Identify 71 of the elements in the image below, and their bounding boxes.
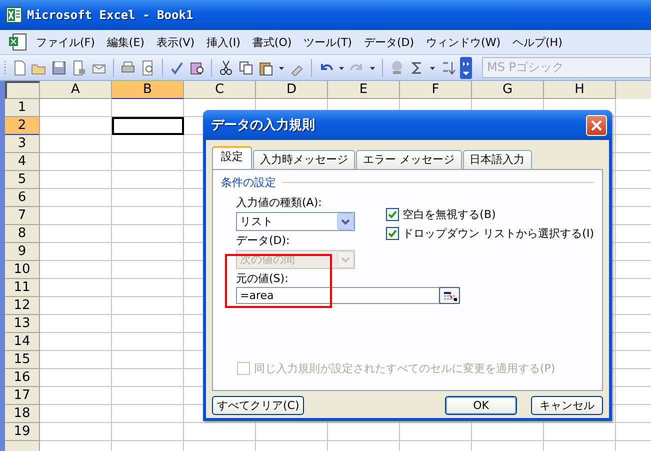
dropdown[interactable]: リスト — [236, 212, 355, 231]
range-select-button[interactable] — [439, 287, 460, 304]
column-header[interactable]: H — [544, 81, 616, 99]
field-label: 入力値の種類(A): — [236, 195, 323, 210]
row-header[interactable]: 18 — [5, 405, 39, 423]
menu-item[interactable]: ヘルプ(H) — [506, 32, 568, 52]
row-header[interactable]: 15 — [5, 351, 39, 369]
menu-item[interactable]: ツール(T) — [298, 32, 358, 52]
row-header[interactable]: 14 — [5, 333, 39, 351]
column-header[interactable]: C — [184, 81, 256, 99]
checkbox[interactable] — [386, 227, 399, 240]
menu-item[interactable]: 編集(E) — [100, 32, 150, 52]
collapse-dialog-icon — [442, 290, 456, 300]
menu-item[interactable]: データ(D) — [358, 32, 420, 52]
row-header[interactable]: 8 — [5, 225, 39, 243]
sort-icon[interactable] — [440, 60, 456, 76]
field-label: データ(D): — [236, 233, 291, 248]
column-header[interactable]: G — [472, 81, 544, 99]
row-header[interactable]: 9 — [5, 243, 39, 261]
grip-icon — [4, 60, 7, 76]
save-icon[interactable] — [51, 60, 67, 76]
excel-icon — [6, 7, 22, 23]
dialog-button[interactable]: OK — [445, 396, 517, 415]
row-header[interactable]: 11 — [5, 279, 39, 297]
dialog-button[interactable]: すべてクリア(C) — [212, 396, 304, 415]
cut-icon[interactable] — [218, 60, 234, 76]
menu-item[interactable]: 挿入(I) — [200, 32, 246, 52]
paste-icon[interactable] — [258, 60, 274, 76]
toolbar-options-icon[interactable] — [460, 56, 472, 78]
menu-item[interactable]: ファイル(F) — [30, 32, 101, 52]
tab[interactable]: 入力時メッセージ — [253, 150, 355, 169]
printer-icon[interactable] — [120, 60, 136, 76]
row-header[interactable]: 4 — [5, 153, 39, 171]
dialog-title: データの入力規則 — [211, 116, 315, 134]
row-header[interactable]: 17 — [5, 387, 39, 405]
group-title: 条件の設定 — [221, 175, 594, 190]
row-header[interactable]: 16 — [5, 369, 39, 387]
column-header[interactable]: D — [256, 81, 328, 99]
select-all-button[interactable] — [5, 81, 40, 99]
tab[interactable]: エラー メッセージ — [356, 150, 462, 169]
selected-cell[interactable] — [112, 117, 184, 135]
row-header[interactable]: 10 — [5, 261, 39, 279]
copy-icon[interactable] — [238, 60, 254, 76]
row-header[interactable]: 13 — [5, 315, 39, 333]
checkbox-label[interactable]: 空白を無視する(B) — [402, 207, 496, 222]
menu-item[interactable]: 書式(O) — [246, 32, 298, 52]
window-title: Microsoft Excel - Book1 — [27, 8, 194, 22]
input-field[interactable]: =area — [236, 287, 460, 304]
column-header[interactable]: A — [40, 81, 112, 99]
row-header[interactable]: 7 — [5, 207, 39, 225]
menu-item[interactable]: 表示(V) — [150, 32, 201, 52]
row-header[interactable]: 12 — [5, 297, 39, 315]
dialog-button[interactable]: キャンセル — [531, 396, 603, 415]
row-header[interactable]: 19 — [5, 423, 39, 441]
row-header[interactable]: 2 — [5, 117, 39, 135]
field-label: 元の値(S): — [236, 271, 290, 286]
column-header[interactable]: B — [112, 81, 184, 99]
menu-item[interactable]: ウィンドウ(W) — [420, 32, 506, 52]
column-header[interactable]: E — [328, 81, 400, 99]
checkbox-label[interactable]: ドロップダウン リストから選択する(I) — [402, 226, 594, 241]
close-icon — [591, 120, 602, 130]
column-header[interactable]: F — [400, 81, 472, 99]
tab[interactable]: 日本語入力 — [462, 150, 532, 169]
close-button[interactable] — [586, 114, 607, 136]
row-header[interactable]: 1 — [5, 99, 39, 117]
row-header[interactable]: 6 — [5, 189, 39, 207]
checkbox[interactable] — [386, 208, 399, 221]
research-book-icon[interactable] — [189, 60, 205, 76]
row-header[interactable]: 3 — [5, 135, 39, 153]
row-header[interactable]: 5 — [5, 171, 39, 189]
tab[interactable]: 設定 — [212, 146, 252, 169]
